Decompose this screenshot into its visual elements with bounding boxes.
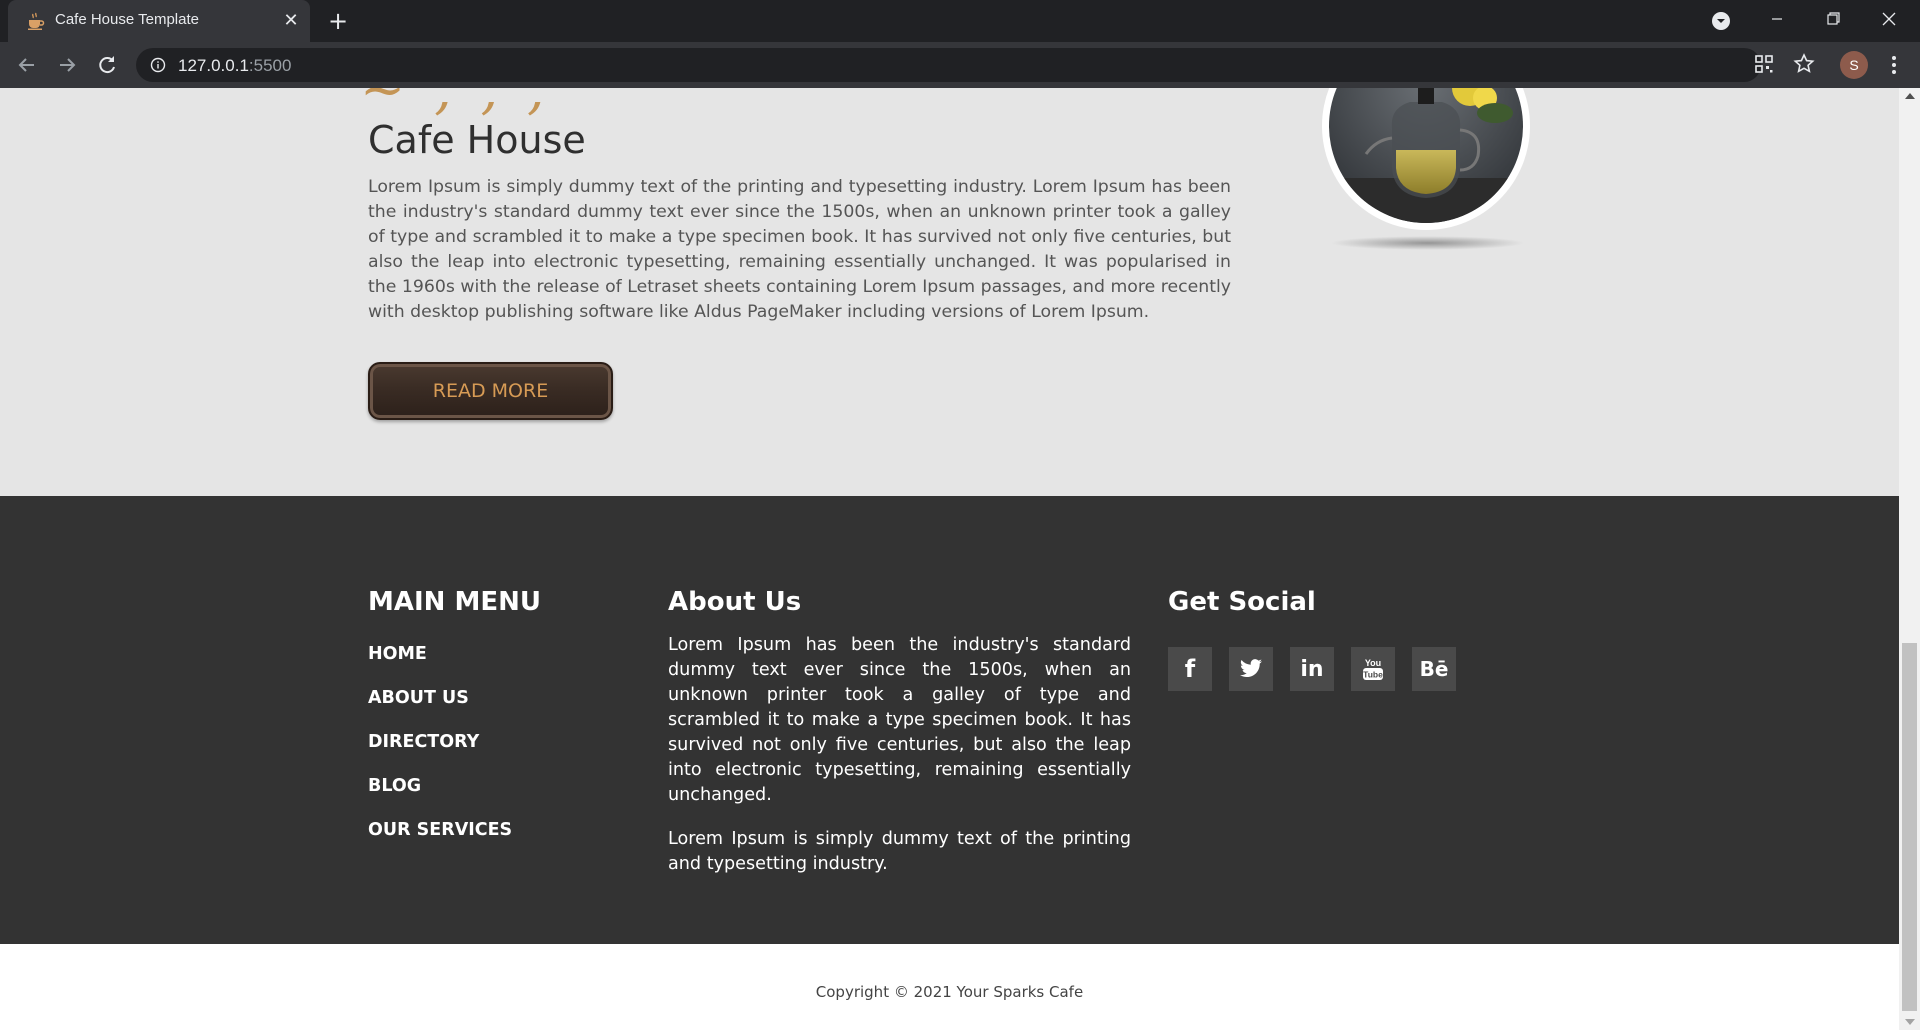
behance-icon[interactable]: Bē [1412, 647, 1456, 691]
facebook-icon[interactable]: f [1168, 647, 1212, 691]
behance-glyph: Bē [1419, 657, 1449, 681]
main-menu-heading: MAIN MENU [368, 587, 541, 617]
browser-tab[interactable]: Cafe House Template ✕ [8, 0, 310, 42]
tab-search-icon[interactable] [1710, 10, 1732, 32]
tab-title: Cafe House Template [55, 11, 199, 28]
copyright-bar: Copyright © 2021 Your Sparks Cafe [0, 944, 1899, 1030]
svg-text:Tube: Tube [1363, 670, 1383, 680]
twitter-icon[interactable] [1229, 647, 1273, 691]
page-scrollbar[interactable] [1899, 88, 1920, 1030]
decorative-script-flourish: ~ , , , [360, 88, 551, 121]
about-us-paragraph: Lorem Ipsum has been the industry's stan… [668, 635, 1131, 805]
info-icon[interactable] [150, 57, 166, 73]
twitter-bird-glyph [1240, 659, 1262, 678]
new-tab-icon[interactable]: + [325, 8, 351, 34]
menu-item-home[interactable]: HOME [368, 644, 512, 688]
url-text[interactable]: 127.0.0.1:5500 [178, 56, 291, 76]
reload-icon[interactable] [93, 51, 121, 79]
scroll-up-arrow-icon[interactable] [1905, 93, 1915, 99]
site-footer: MAIN MENU HOME ABOUT US DIRECTORY BLOG O… [0, 496, 1899, 944]
photo-shadow [1330, 236, 1525, 250]
about-us-text: Lorem Ipsum has been the industry's stan… [668, 633, 1131, 896]
kebab-menu-icon[interactable] [1882, 52, 1906, 78]
close-window-icon[interactable] [1866, 4, 1912, 34]
scrollbar-thumb[interactable] [1902, 643, 1917, 1011]
qr-code-icon[interactable] [1752, 52, 1776, 76]
browser-tab-bar: Cafe House Template ✕ + [0, 0, 1920, 42]
menu-item-our-services[interactable]: OUR SERVICES [368, 820, 512, 864]
linkedin-glyph: in [1300, 656, 1324, 682]
minimize-icon[interactable] [1754, 4, 1800, 34]
profile-avatar[interactable]: S [1840, 51, 1868, 79]
back-arrow-icon[interactable] [13, 51, 41, 79]
read-more-button[interactable]: READ MORE [368, 362, 613, 420]
linkedin-icon[interactable]: in [1290, 647, 1334, 691]
coffee-cup-icon [28, 12, 45, 30]
copyright-text: Copyright © 2021 Your Sparks Cafe [815, 983, 1084, 1001]
youtube-glyph: You Tube [1363, 658, 1383, 680]
about-title: Cafe House [368, 118, 586, 162]
close-tab-icon[interactable]: ✕ [280, 10, 302, 32]
url-host: 127.0.0.1 [178, 56, 249, 75]
address-bar[interactable]: 127.0.0.1:5500 [136, 48, 1761, 82]
restore-icon[interactable] [1810, 4, 1856, 34]
about-us-paragraph: Lorem Ipsum is simply dummy text of the … [668, 829, 1131, 874]
about-text: Lorem Ipsum is simply dummy text of the … [368, 177, 1231, 322]
page-viewport: ~ , , , Cafe House Lorem Ipsum is simply… [0, 88, 1899, 1030]
browser-toolbar: 127.0.0.1:5500 S [0, 42, 1920, 88]
svg-text:You: You [1365, 658, 1381, 668]
about-section: ~ , , , Cafe House Lorem Ipsum is simply… [0, 88, 1899, 496]
get-social-heading: Get Social [1168, 587, 1316, 617]
forward-arrow-icon[interactable] [53, 51, 81, 79]
teapot-photo [1322, 88, 1530, 230]
url-port: :5500 [248, 56, 292, 75]
menu-item-about-us[interactable]: ABOUT US [368, 688, 512, 732]
scroll-down-arrow-icon[interactable] [1905, 1019, 1915, 1025]
youtube-icon[interactable]: You Tube [1351, 647, 1395, 691]
menu-item-blog[interactable]: BLOG [368, 776, 512, 820]
menu-item-directory[interactable]: DIRECTORY [368, 732, 512, 776]
facebook-glyph: f [1184, 655, 1196, 683]
bookmark-star-icon[interactable] [1792, 52, 1816, 76]
about-us-heading: About Us [668, 587, 802, 617]
social-links: f in You Tube Bē [1168, 647, 1456, 691]
footer-main-menu: HOME ABOUT US DIRECTORY BLOG OUR SERVICE… [368, 644, 512, 864]
